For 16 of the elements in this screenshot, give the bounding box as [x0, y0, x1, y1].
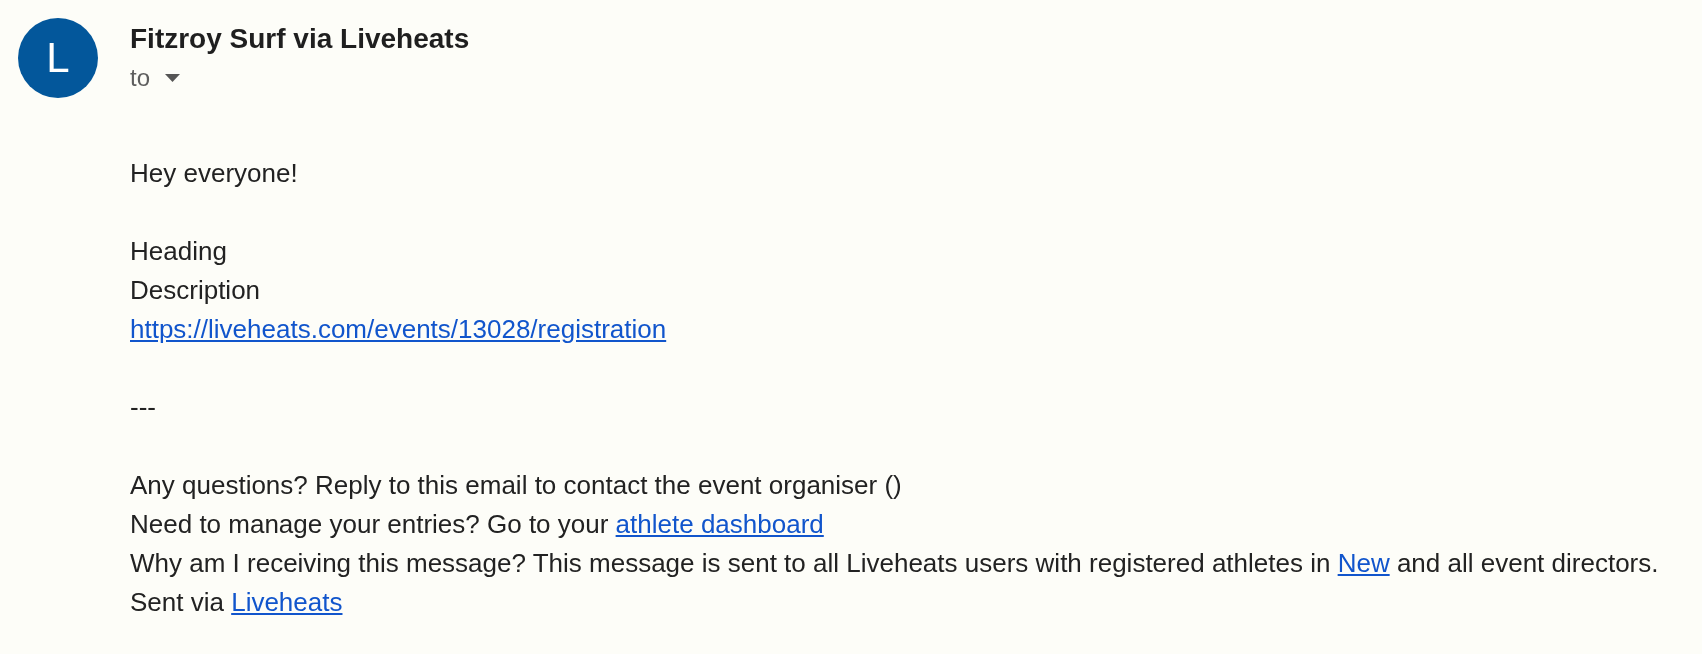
- email-text-line: Need to manage your entries? Go to your athlete dashboard: [130, 508, 824, 541]
- email-text-line: Why am I receiving this message? This message is sent to all Liveheats users with registered athletes in New and all event directors.: [130, 547, 1659, 580]
- recipient-label: to: [130, 63, 150, 93]
- caret-down-icon[interactable]: [165, 74, 180, 82]
- email-text-line: Hey everyone!: [130, 157, 298, 190]
- sender-avatar: L: [18, 18, 98, 98]
- email-text-line: Any questions? Reply to this email to contact the event organiser (): [130, 469, 902, 502]
- email-text-line: Description: [130, 274, 261, 307]
- link[interactable]: New: [1337, 548, 1390, 578]
- link[interactable]: Liveheats: [231, 587, 343, 617]
- email-text-line: ---: [130, 391, 156, 424]
- link[interactable]: athlete dashboard: [615, 509, 824, 539]
- email-text-line: Sent via Liveheats: [130, 586, 343, 619]
- link[interactable]: https://liveheats.com/events/13028/registration: [130, 310, 667, 349]
- sender-name: Fitzroy Surf via Liveheats: [130, 22, 470, 56]
- email-text-line: Heading: [130, 235, 227, 268]
